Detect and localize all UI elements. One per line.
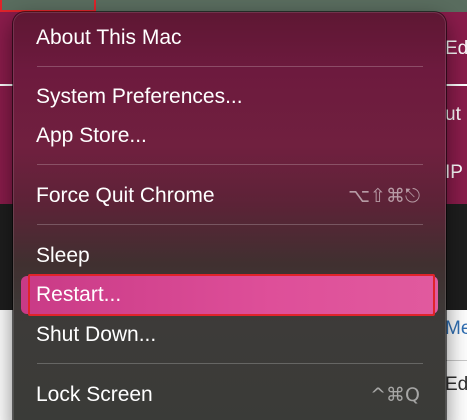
menu-separator	[37, 164, 423, 165]
menu-item-app-store[interactable]: App Store...	[21, 117, 438, 155]
menu-item-shut-down[interactable]: Shut Down...	[21, 316, 438, 354]
background-peek-link[interactable]: Me	[445, 318, 467, 340]
menu-item-label: System Preferences...	[36, 85, 243, 108]
menu-separator	[37, 224, 423, 225]
background-peek-text: Ed	[445, 374, 467, 395]
force-quit-shortcut: ⌥⇧⌘⎋	[348, 185, 420, 207]
menu-item-force-quit[interactable]: Force Quit Chrome ⌥⇧⌘⎋	[21, 177, 438, 215]
annotation-outline-apple-menu	[0, 0, 96, 12]
background-peek-text: IP	[445, 162, 463, 183]
menu-item-label: Lock Screen	[36, 383, 153, 406]
menu-item-label: Shut Down...	[36, 323, 157, 346]
menu-item-lock-screen[interactable]: Lock Screen ^⌘Q	[21, 376, 438, 414]
lock-screen-shortcut: ^⌘Q	[370, 384, 420, 406]
menu-item-label: Sleep	[36, 244, 90, 267]
background-peek-text: Ed	[445, 38, 467, 59]
annotation-outline-restart	[28, 274, 435, 316]
background-peek-text: ut	[445, 104, 461, 125]
menu-separator	[37, 66, 423, 67]
menu-item-about-this-mac[interactable]: About This Mac	[21, 19, 438, 57]
menu-separator	[37, 363, 423, 364]
menu-item-label: App Store...	[36, 124, 147, 147]
menu-item-system-preferences[interactable]: System Preferences...	[21, 78, 438, 116]
menu-item-sleep[interactable]: Sleep	[21, 237, 438, 275]
menu-item-label: About This Mac	[36, 26, 182, 49]
menu-item-label: Force Quit Chrome	[36, 184, 215, 207]
apple-menu-dropdown: About This Mac System Preferences... App…	[13, 12, 446, 420]
